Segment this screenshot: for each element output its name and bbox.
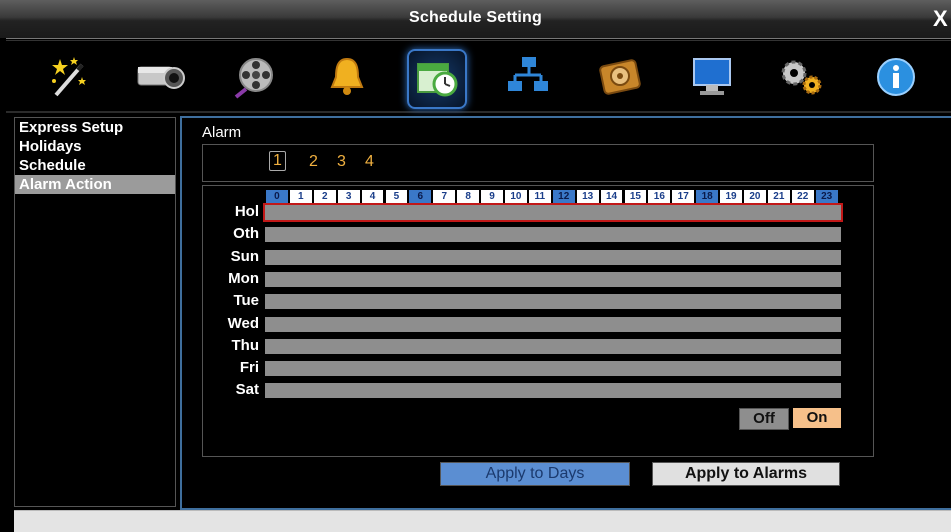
day-schedule-bar-hol[interactable] xyxy=(263,203,843,222)
schedule-grid: 0 1 2 3 4 5 6 7 8 9 10 11 12 13 14 15 16 17 18 19 20 21 22 23 H… xyxy=(202,185,874,457)
toolbar xyxy=(6,40,951,113)
hour-cell-15: 15 xyxy=(624,190,647,203)
hour-cell-5: 5 xyxy=(385,190,408,203)
sidebar-item-holidays[interactable]: Holidays xyxy=(15,137,175,156)
day-label-fri: Fri xyxy=(239,359,259,377)
hour-cell-19: 19 xyxy=(720,190,742,203)
apply-to-alarms-button[interactable]: Apply to Alarms xyxy=(652,462,840,486)
day-schedule-bar-fri[interactable] xyxy=(265,361,841,377)
alarm-3-tab[interactable]: 3 xyxy=(337,153,346,171)
system-gears-icon[interactable] xyxy=(774,49,830,105)
alarm-selector: 1 2 3 4 xyxy=(202,144,874,182)
hour-cell-13: 13 xyxy=(576,190,599,203)
day-label-thu: Thu xyxy=(231,336,260,354)
day-label-oth: Oth xyxy=(233,225,259,243)
alarm-bell-icon[interactable] xyxy=(319,49,375,105)
network-icon[interactable] xyxy=(500,49,556,105)
hour-cell-16: 16 xyxy=(648,190,671,203)
hard-disk-icon[interactable] xyxy=(592,49,648,105)
alarm-1-tab[interactable]: 1 xyxy=(269,151,286,171)
hour-cell-4: 4 xyxy=(361,190,384,203)
hour-cell-9: 9 xyxy=(481,190,503,203)
hour-cell-11: 11 xyxy=(528,190,551,203)
hour-cell-6: 6 xyxy=(409,190,432,203)
day-schedule-bar-tue[interactable] xyxy=(265,294,841,310)
hour-cell-1: 1 xyxy=(289,190,312,203)
day-schedule-bar-mon[interactable] xyxy=(265,271,841,287)
day-label-wed: Wed xyxy=(227,314,259,332)
camera-icon[interactable] xyxy=(132,49,188,105)
hour-cell-20: 20 xyxy=(744,190,766,203)
hour-cell-2: 2 xyxy=(313,190,336,203)
monitor-icon[interactable] xyxy=(684,49,740,105)
day-schedule-bar-thu[interactable] xyxy=(265,338,841,354)
sidebar-item-express-setup[interactable]: Express Setup xyxy=(15,118,175,137)
day-label-sat: Sat xyxy=(235,381,259,399)
sidebar-item-schedule[interactable]: Schedule xyxy=(15,156,175,175)
day-schedule-bar-oth[interactable] xyxy=(265,227,841,243)
day-schedule-bar-wed[interactable] xyxy=(265,316,841,332)
hour-cell-21: 21 xyxy=(767,190,790,203)
apply-to-days-button[interactable]: Apply to Days xyxy=(440,462,630,486)
alarm-action-panel: Alarm 1 2 3 4 0 1 2 3 4 5 6 7 8 9 10 11 12 13 14 15 16 17… xyxy=(180,116,951,510)
title-bar: Schedule Setting X xyxy=(0,0,951,39)
sidebar: Express Setup Holidays Schedule Alarm Ac… xyxy=(14,117,176,507)
day-label-hol: Hol xyxy=(234,203,259,220)
status-bar xyxy=(14,510,951,532)
film-reel-icon[interactable] xyxy=(226,49,282,105)
day-label-mon: Mon xyxy=(228,269,259,287)
hour-cell-8: 8 xyxy=(457,190,480,203)
hour-cell-23: 23 xyxy=(815,190,838,203)
hour-cell-17: 17 xyxy=(672,190,695,203)
alarm-2-tab[interactable]: 2 xyxy=(309,153,318,171)
hour-cell-14: 14 xyxy=(600,190,623,203)
sidebar-item-alarm-action[interactable]: Alarm Action xyxy=(15,175,175,194)
alarm-label: Alarm xyxy=(202,124,242,141)
close-icon[interactable]: X xyxy=(933,8,951,30)
hour-cell-18: 18 xyxy=(696,190,719,203)
schedule-clock-icon[interactable] xyxy=(407,49,467,109)
day-label-tue: Tue xyxy=(233,292,259,310)
hour-cell-0: 0 xyxy=(266,190,288,203)
hour-cell-3: 3 xyxy=(337,190,360,203)
alarm-4-tab[interactable]: 4 xyxy=(365,153,374,171)
legend-on[interactable]: On xyxy=(793,408,841,428)
hour-cell-22: 22 xyxy=(791,190,814,203)
hour-cell-7: 7 xyxy=(433,190,456,203)
day-schedule-bar-sun[interactable] xyxy=(265,249,841,265)
wizard-icon[interactable] xyxy=(42,49,98,105)
hour-cell-12: 12 xyxy=(552,190,575,203)
hour-cell-10: 10 xyxy=(505,190,527,203)
info-icon[interactable] xyxy=(868,49,924,105)
window-title: Schedule Setting xyxy=(409,9,542,26)
day-schedule-bar-sat[interactable] xyxy=(265,383,841,399)
legend-off[interactable]: Off xyxy=(739,408,789,430)
day-label-sun: Sun xyxy=(230,247,259,265)
